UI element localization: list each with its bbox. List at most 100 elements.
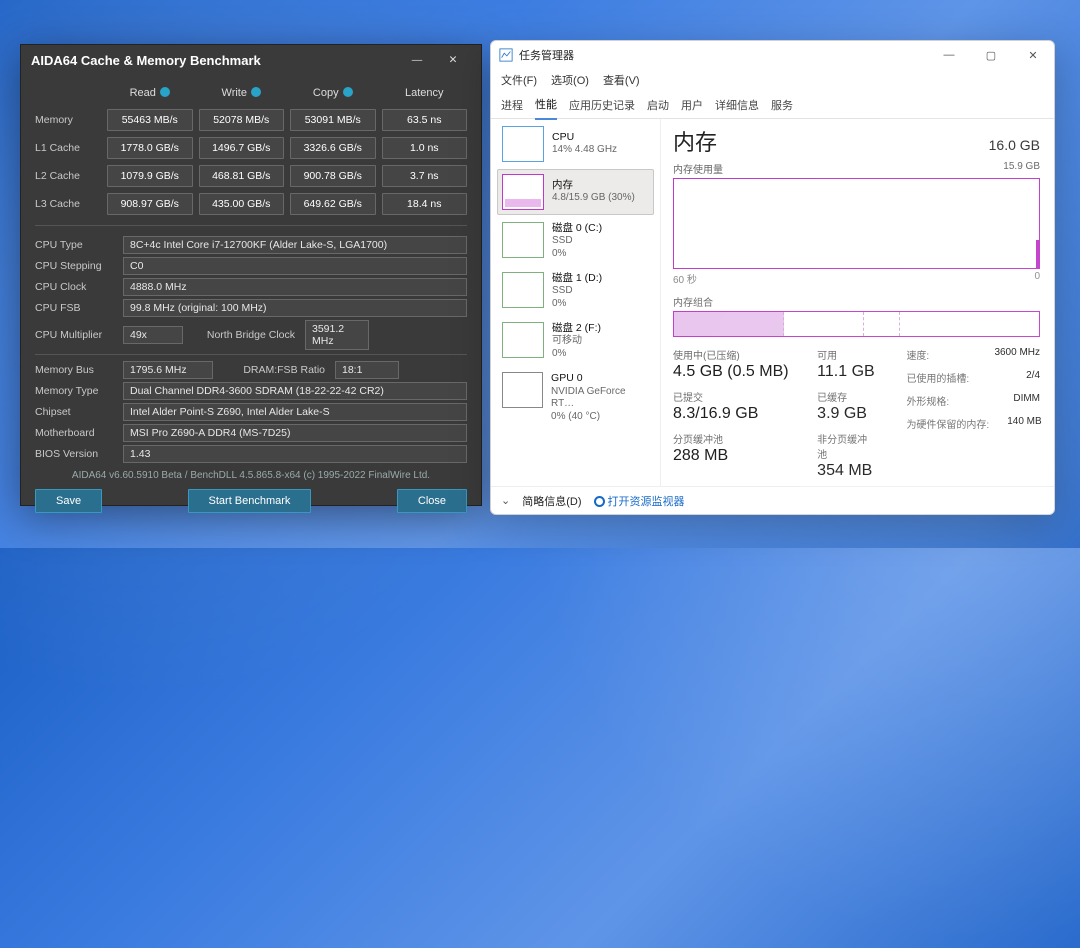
cell[interactable]: 1079.9 GB/s xyxy=(107,165,193,187)
nb-clock: 3591.2 MHz xyxy=(305,320,369,350)
tm-footer: ⌄ 简略信息(D) 打开资源监视器 xyxy=(491,486,1054,514)
tm-titlebar: 任务管理器 — ▢ ✕ xyxy=(491,41,1054,69)
memory-total: 16.0 GB xyxy=(989,137,1040,153)
dram-fsb-ratio: 18:1 xyxy=(335,361,399,379)
stat-nonpaged: 非分页缓冲池354 MB xyxy=(817,431,876,480)
minimize-icon[interactable]: — xyxy=(399,48,435,72)
tab-services[interactable]: 服务 xyxy=(771,91,793,119)
tm-tabs: 进程 性能 应用历史记录 启动 用户 详细信息 服务 xyxy=(491,91,1054,119)
cell[interactable]: 908.97 GB/s xyxy=(107,193,193,215)
brief-info-link[interactable]: 简略信息(D) xyxy=(522,493,581,509)
disk-thumbnail-icon xyxy=(502,272,544,308)
open-resource-monitor-link[interactable]: 打开资源监视器 xyxy=(594,493,685,509)
cell[interactable]: 52078 MB/s xyxy=(199,109,285,131)
cell[interactable]: 53091 MB/s xyxy=(290,109,376,131)
stat-paged: 分页缓冲池288 MB xyxy=(673,431,787,465)
memory-thumbnail-icon xyxy=(502,174,544,210)
chipset: Intel Alder Point-S Z690, Intel Alder La… xyxy=(123,403,467,421)
minimize-icon[interactable]: — xyxy=(928,41,970,69)
start-benchmark-button[interactable]: Start Benchmark xyxy=(188,489,312,513)
close-button[interactable]: Close xyxy=(397,489,467,513)
stat-committed: 已提交8.3/16.9 GB xyxy=(673,389,787,423)
cpu-clock: 4888.0 MHz xyxy=(123,278,467,296)
disk-thumbnail-icon xyxy=(502,222,544,258)
aida64-window: AIDA64 Cache & Memory Benchmark — ✕ Read… xyxy=(20,44,482,506)
bench-row-l3: L3 Cache 908.97 GB/s 435.00 GB/s 649.62 … xyxy=(35,193,467,215)
memory-bus: 1795.6 MHz xyxy=(123,361,213,379)
task-manager-icon xyxy=(499,48,513,62)
tm-menu: 文件(F) 选项(O) 查看(V) xyxy=(491,69,1054,91)
resource-monitor-icon xyxy=(594,496,605,507)
save-button[interactable]: Save xyxy=(35,489,102,513)
bench-row-memory: Memory 55463 MB/s 52078 MB/s 53091 MB/s … xyxy=(35,109,467,131)
menu-view[interactable]: 查看(V) xyxy=(603,72,640,88)
tab-startup[interactable]: 启动 xyxy=(647,91,669,119)
cell[interactable]: 55463 MB/s xyxy=(107,109,193,131)
sidebar-item-memory[interactable]: 内存4.8/15.9 GB (30%) xyxy=(497,169,654,215)
maximize-icon[interactable]: ▢ xyxy=(970,41,1012,69)
cell[interactable]: 63.5 ns xyxy=(382,109,468,131)
task-manager-window: 任务管理器 — ▢ ✕ 文件(F) 选项(O) 查看(V) 进程 性能 应用历史… xyxy=(490,40,1055,515)
menu-file[interactable]: 文件(F) xyxy=(501,72,537,88)
aida64-title: AIDA64 Cache & Memory Benchmark xyxy=(31,53,399,68)
col-write: Write xyxy=(199,83,285,103)
stat-in-use: 使用中(已压缩)4.5 GB (0.5 MB) xyxy=(673,347,787,381)
gpu-thumbnail-icon xyxy=(502,372,543,408)
motherboard: MSI Pro Z690-A DDR4 (MS-7D25) xyxy=(123,424,467,442)
col-latency: Latency xyxy=(382,83,468,103)
tm-title: 任务管理器 xyxy=(519,47,928,63)
tab-processes[interactable]: 进程 xyxy=(501,91,523,119)
sidebar-item-disk-d[interactable]: 磁盘 1 (D:)SSD0% xyxy=(497,267,654,315)
memory-type: Dual Channel DDR4-3600 SDRAM (18-22-22-4… xyxy=(123,382,467,400)
close-icon[interactable]: ✕ xyxy=(435,48,471,72)
tab-users[interactable]: 用户 xyxy=(681,91,703,119)
usage-max: 15.9 GB xyxy=(1003,161,1040,176)
disk-thumbnail-icon xyxy=(502,322,544,358)
cell[interactable]: 1.0 ns xyxy=(382,137,468,159)
cell[interactable]: 3326.6 GB/s xyxy=(290,137,376,159)
memory-composition-chart[interactable] xyxy=(673,311,1040,337)
cell[interactable]: 649.62 GB/s xyxy=(290,193,376,215)
cpu-stepping: C0 xyxy=(123,257,467,275)
cpu-type: 8C+4c Intel Core i7-12700KF (Alder Lake-… xyxy=(123,236,467,254)
cell[interactable]: 1496.7 GB/s xyxy=(199,137,285,159)
composition-label: 内存组合 xyxy=(673,294,1040,309)
cell[interactable]: 3.7 ns xyxy=(382,165,468,187)
close-icon[interactable]: ✕ xyxy=(1012,41,1054,69)
menu-options[interactable]: 选项(O) xyxy=(551,72,589,88)
bench-row-l1: L1 Cache 1778.0 GB/s 1496.7 GB/s 3326.6 … xyxy=(35,137,467,159)
cell[interactable]: 900.78 GB/s xyxy=(290,165,376,187)
cell[interactable]: 435.00 GB/s xyxy=(199,193,285,215)
info-icon[interactable] xyxy=(160,87,170,97)
sidebar-item-cpu[interactable]: CPU14% 4.48 GHz xyxy=(497,121,654,167)
stat-available: 可用11.1 GB xyxy=(817,347,876,381)
info-icon[interactable] xyxy=(251,87,261,97)
stat-cached: 已缓存3.9 GB xyxy=(817,389,876,423)
sidebar-item-gpu[interactable]: GPU 0NVIDIA GeForce RT…0% (40 °C) xyxy=(497,367,654,428)
info-icon[interactable] xyxy=(343,87,353,97)
cpu-thumbnail-icon xyxy=(502,126,544,162)
aida64-titlebar: AIDA64 Cache & Memory Benchmark — ✕ xyxy=(21,45,481,75)
tab-app-history[interactable]: 应用历史记录 xyxy=(569,91,635,119)
chevron-down-icon[interactable]: ⌄ xyxy=(501,494,510,507)
cell[interactable]: 1778.0 GB/s xyxy=(107,137,193,159)
sidebar-item-disk-c[interactable]: 磁盘 0 (C:)SSD0% xyxy=(497,217,654,265)
bench-row-l2: L2 Cache 1079.9 GB/s 468.81 GB/s 900.78 … xyxy=(35,165,467,187)
memory-usage-chart[interactable] xyxy=(673,178,1040,269)
cpu-mult: 49x xyxy=(123,326,183,344)
usage-label: 内存使用量 xyxy=(673,161,723,176)
aida64-footer: AIDA64 v6.60.5910 Beta / BenchDLL 4.5.86… xyxy=(35,470,467,481)
page-title: 内存 xyxy=(673,125,717,157)
bios-version: 1.43 xyxy=(123,445,467,463)
sidebar-item-disk-f[interactable]: 磁盘 2 (F:)可移动0% xyxy=(497,317,654,365)
tab-details[interactable]: 详细信息 xyxy=(715,91,759,119)
cpu-fsb: 99.8 MHz (original: 100 MHz) xyxy=(123,299,467,317)
memory-specs: 速度:3600 MHz 已使用的插槽:2/4 外形规格:DIMM 为硬件保留的内… xyxy=(906,347,1040,480)
col-copy: Copy xyxy=(290,83,376,103)
tm-sidebar: CPU14% 4.48 GHz 内存4.8/15.9 GB (30%) 磁盘 0… xyxy=(491,119,661,486)
tab-performance[interactable]: 性能 xyxy=(535,90,557,120)
cell[interactable]: 468.81 GB/s xyxy=(199,165,285,187)
col-read: Read xyxy=(107,83,193,103)
cell[interactable]: 18.4 ns xyxy=(382,193,468,215)
bench-header-row: Read Write Copy Latency xyxy=(35,83,467,103)
